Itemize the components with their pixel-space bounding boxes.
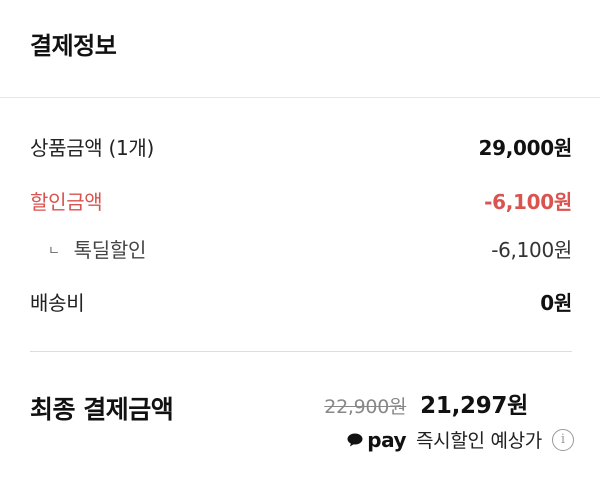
- final-price: 21,297원: [420, 393, 528, 419]
- original-price: 22,900원: [324, 396, 407, 418]
- final-prices: 22,900원 21,297원: [324, 386, 528, 420]
- talkdeal-discount-value: -6,100원: [491, 237, 572, 262]
- discount-amount-row: 할인금액 -6,100원: [30, 184, 572, 216]
- page-title: 결제정보: [30, 32, 117, 60]
- product-amount-label: 상품금액 (1개): [30, 135, 154, 160]
- shipping-fee-value: 0원: [540, 290, 572, 315]
- pay-discount-line: pay 즉시할인 예상가 i: [347, 426, 574, 453]
- talkdeal-discount-text: 톡딜할인: [73, 237, 147, 262]
- shipping-fee-row: 배송비 0원: [30, 285, 572, 317]
- pay-discount-text: 즉시할인 예상가: [415, 430, 542, 452]
- pay-logo: pay: [367, 427, 406, 452]
- product-amount-value: 29,000원: [478, 135, 573, 160]
- payment-info-header: 결제정보: [0, 0, 600, 98]
- section-divider: [30, 351, 572, 352]
- discount-amount-label: 할인금액: [30, 189, 103, 214]
- discount-amount-value: -6,100원: [484, 189, 572, 214]
- talkdeal-discount-row: ㄴ 톡딜할인 -6,100원: [30, 232, 572, 264]
- sub-item-bullet: ㄴ: [48, 243, 60, 259]
- shipping-fee-label: 배송비: [30, 290, 85, 315]
- final-payment-label: 최종 결제금액: [30, 395, 174, 424]
- talkdeal-discount-label: ㄴ 톡딜할인: [30, 234, 146, 263]
- info-icon[interactable]: i: [552, 428, 574, 451]
- speech-bubble-icon: [347, 433, 363, 446]
- product-amount-row: 상품금액 (1개) 29,000원: [30, 130, 572, 162]
